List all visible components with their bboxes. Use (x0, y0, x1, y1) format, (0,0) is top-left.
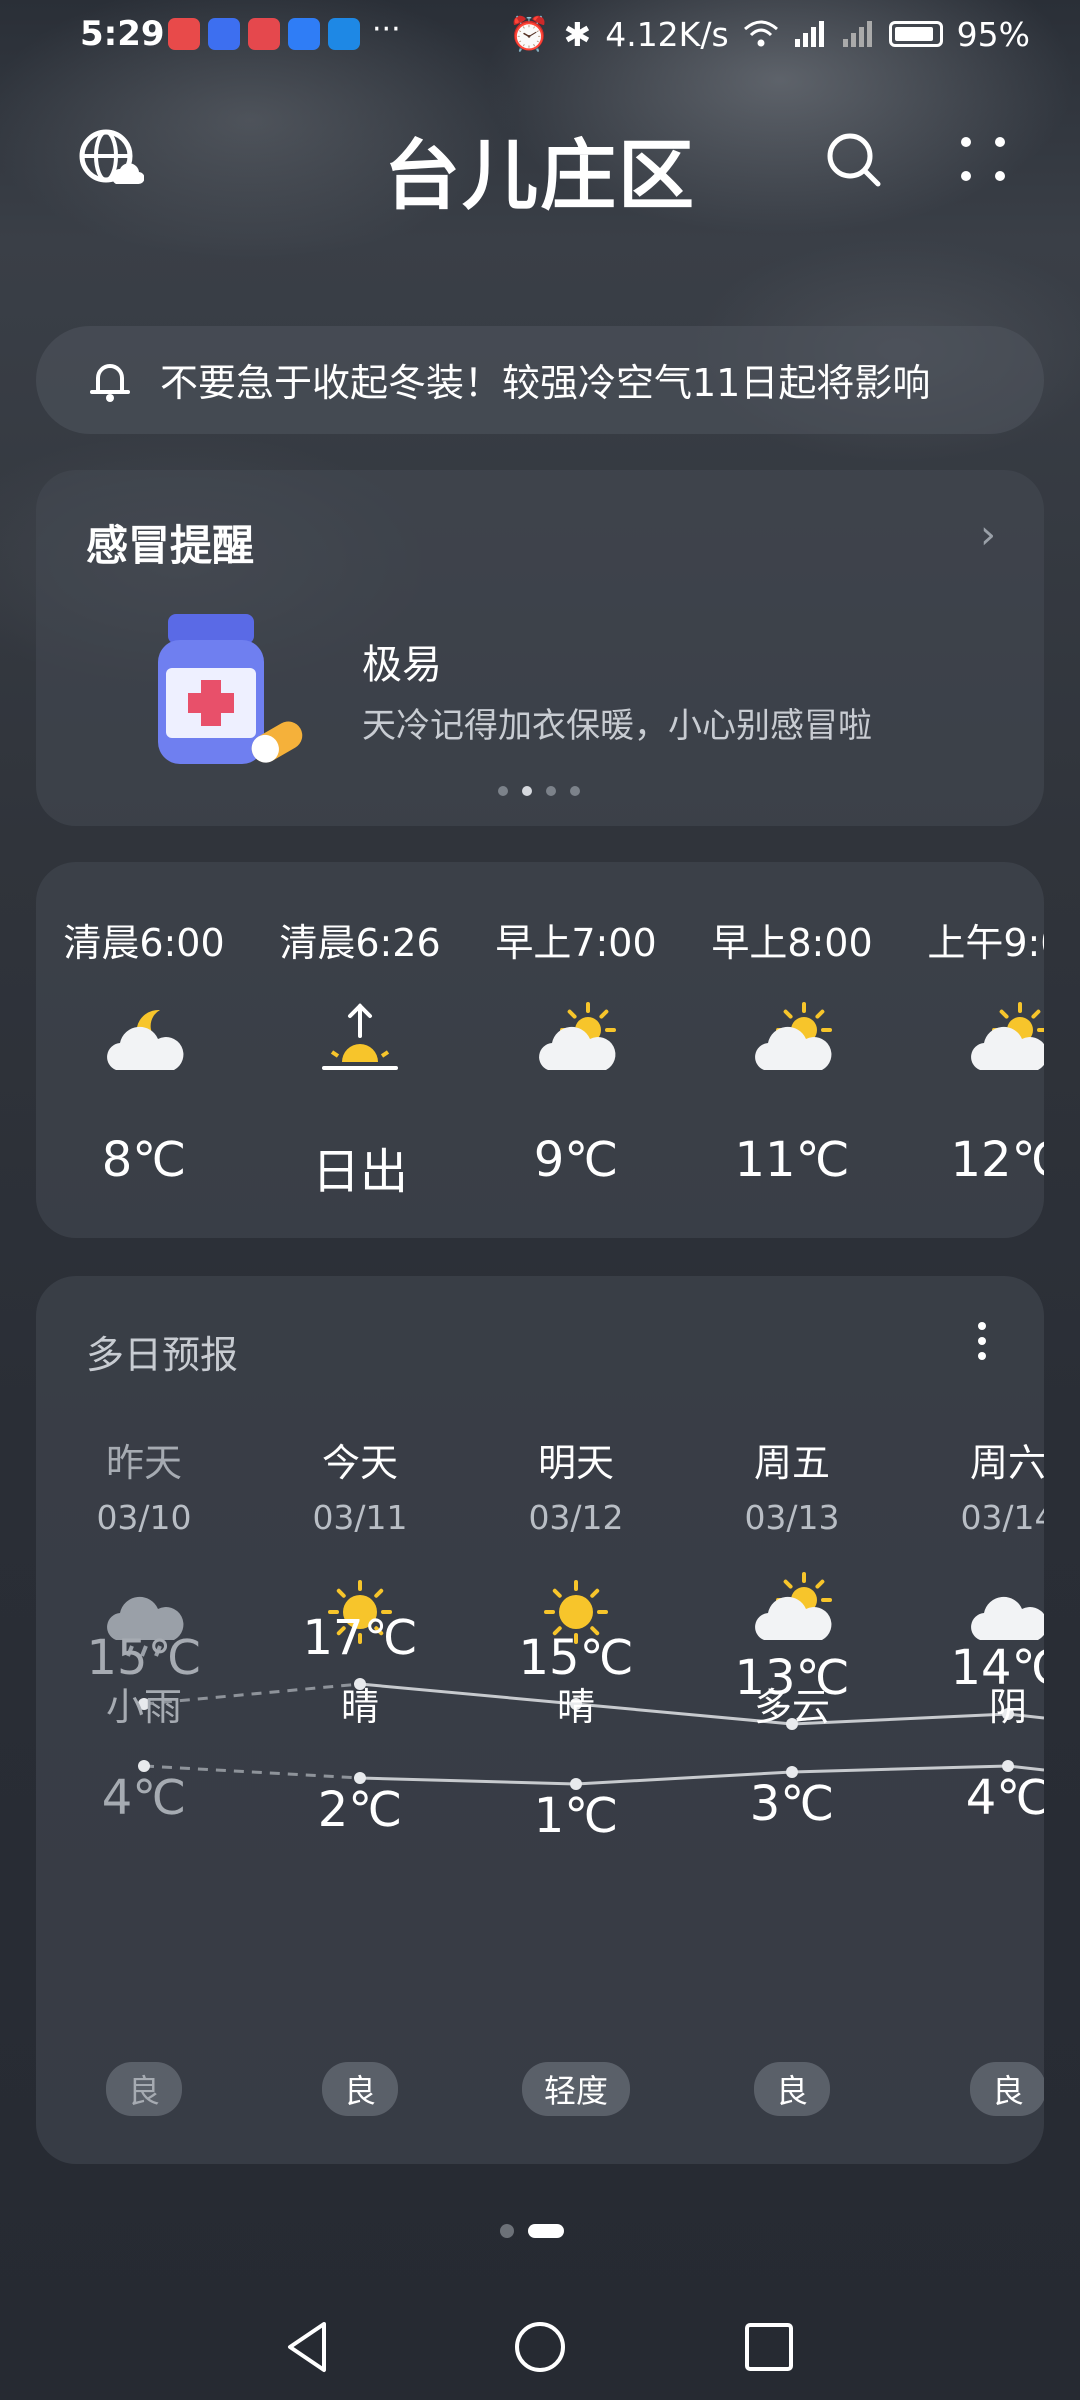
moon-cloud-icon (98, 996, 190, 1088)
alarm-icon: ⏰ (508, 14, 550, 53)
hourly-time: 清晨6:26 (279, 921, 441, 965)
hourly-time: 上午9:00 (927, 921, 1044, 965)
cold-advice: 天冷记得加衣保暖，小心别感冒啦 (362, 706, 872, 746)
header: 台儿庄区 (0, 110, 1080, 220)
daily-low: 1℃ (533, 1788, 619, 1844)
daily-low: 4℃ (965, 1770, 1044, 1826)
more-notifications-icon: ··· (372, 12, 401, 47)
huawei-app-icon (168, 18, 200, 50)
daily-day: 今天 (321, 1441, 398, 1485)
aqi-badge: 良 (321, 2062, 399, 2116)
daily-high: 15℃ (518, 1630, 634, 1686)
signal-icon (842, 21, 872, 47)
battery-level: 95% (956, 14, 1030, 54)
daily-high: 17℃ (302, 1610, 418, 1666)
daily-condition: 晴 (340, 1685, 379, 1729)
daily-date: 03/12 (528, 1498, 624, 1537)
net-speed: 4.12K/s (605, 14, 729, 54)
battery-icon (888, 21, 943, 47)
cold-reminder-title: 感冒提醒 (86, 521, 255, 570)
daily-high: 13℃ (734, 1650, 850, 1706)
daily-date: 03/11 (312, 1498, 408, 1537)
signal-5g-icon (794, 21, 824, 47)
aqi-badge: 轻度 (522, 2062, 630, 2116)
daily-day: 周六 (969, 1441, 1044, 1485)
cold-reminder-card[interactable]: 感冒提醒 › 极易 天冷记得加衣保暖，小心别感冒啦 (36, 470, 1044, 826)
daily-date: 03/14 (960, 1498, 1044, 1537)
aqi-badge: 良 (105, 2062, 183, 2116)
baidu-app-icon (208, 18, 240, 50)
sun-cloud-icon (530, 996, 622, 1088)
daily-day: 昨天 (105, 1441, 182, 1485)
sun-cloud-icon (746, 1566, 838, 1658)
notification-icons (168, 18, 360, 50)
hourly-temp: 8℃ (101, 1132, 187, 1188)
daily-high: 14℃ (950, 1640, 1045, 1696)
hourly-forecast[interactable]: 清晨6:00 8℃ 清晨6:26 日出 早上7:00 9℃ 早上8:00 11℃ 上午9… (36, 862, 1044, 1238)
sun-cloud-icon (962, 996, 1044, 1088)
alert-banner[interactable]: 不要急于收起冬装！较强冷空气11日起将影响 (36, 326, 1044, 434)
page-indicator (500, 2224, 564, 2238)
book-app-icon (248, 18, 280, 50)
bluetooth-icon: ✱ (563, 14, 592, 54)
search-icon[interactable] (820, 126, 888, 194)
hourly-temp: 11℃ (734, 1132, 850, 1188)
hourly-temp: 12℃ (950, 1132, 1045, 1188)
daily-low: 2℃ (317, 1782, 403, 1838)
page-title: 台儿庄区 (384, 131, 696, 220)
aqi-badge: 良 (969, 2062, 1044, 2116)
status-bar: 5:29 ··· ⏰ ✱ 4.12K/s 95% (0, 0, 1080, 72)
bell-icon (90, 364, 130, 402)
wifi-icon (743, 20, 778, 47)
medicine-bottle-icon (158, 614, 303, 764)
hourly-time: 早上8:00 (711, 921, 873, 965)
card-page-indicator (498, 786, 580, 796)
back-icon[interactable] (274, 2312, 344, 2382)
status-right: ⏰ ✱ 4.12K/s 95% (508, 14, 1030, 54)
daily-date: 03/10 (96, 1498, 192, 1537)
sun-cloud-icon (746, 996, 838, 1088)
daily-low: 4℃ (101, 1770, 187, 1826)
home-icon[interactable] (505, 2312, 575, 2382)
alert-text: 不要急于收起冬装！较强冷空气11日起将影响 (160, 361, 931, 405)
recents-icon[interactable] (734, 2312, 804, 2382)
status-time: 5:29 (80, 14, 165, 54)
daily-date: 03/13 (744, 1498, 840, 1537)
daily-high: 15℃ (86, 1630, 202, 1686)
hourly-time: 清晨6:00 (63, 921, 225, 965)
daily-low: 3℃ (749, 1776, 835, 1832)
daily-day: 明天 (537, 1441, 614, 1485)
chevron-right-icon[interactable]: › (980, 512, 996, 558)
navigation-bar (0, 2300, 1080, 2400)
page-dot-1[interactable] (500, 2224, 514, 2238)
dots-grid-icon[interactable] (950, 126, 1018, 194)
hourly-temp: 日出 (311, 1144, 408, 1200)
page-dot-2[interactable] (528, 2224, 564, 2238)
cold-level: 极易 (362, 642, 442, 688)
daily-day: 周五 (753, 1441, 830, 1485)
sunrise-icon (314, 996, 406, 1088)
hourly-time: 早上7:00 (495, 921, 657, 965)
aqi-badge: 良 (753, 2062, 831, 2116)
weather-app-icon (328, 18, 360, 50)
browser-app-icon (288, 18, 320, 50)
daily-forecast[interactable]: 多日预报 昨天 03/10 小雨 15℃ 4℃ 良今天 03/11 晴 17℃ … (36, 1276, 1044, 2164)
hourly-temp: 9℃ (533, 1132, 619, 1188)
